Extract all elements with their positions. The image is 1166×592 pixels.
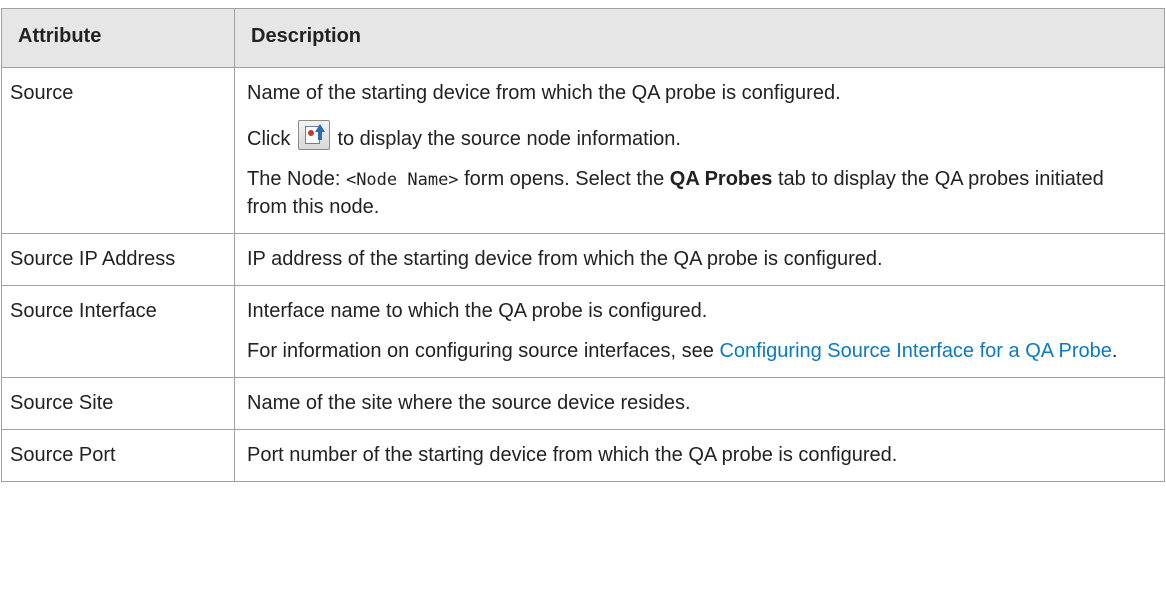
text: . <box>1111 340 1118 362</box>
table-row: Source IP Address IP address of the star… <box>1 233 1165 286</box>
attribute-cell: Source Interface <box>1 285 235 378</box>
description-cell: IP address of the starting device from w… <box>234 233 1165 286</box>
description-paragraph: IP address of the starting device from w… <box>247 248 883 270</box>
description-paragraph: Interface name to which the QA probe is … <box>247 300 708 322</box>
description-paragraph: The Node: <Node Name> form opens. Select… <box>247 166 1149 221</box>
text: form opens. Select the <box>458 168 670 190</box>
table-row: Source Interface Interface name to which… <box>1 285 1165 378</box>
header-attribute: Attribute <box>1 8 235 68</box>
description-paragraph: Name of the starting device from which t… <box>247 82 841 104</box>
table-row: Source Name of the starting device from … <box>1 67 1165 234</box>
text: For information on configuring source in… <box>247 340 720 362</box>
attribute-cell: Source Site <box>1 377 235 430</box>
attribute-cell: Source Port <box>1 429 235 482</box>
description-paragraph: Click to display the source node informa… <box>247 120 1149 153</box>
configuring-source-interface-link[interactable]: Configuring Source Interface for a QA Pr… <box>719 340 1111 362</box>
header-description: Description <box>234 8 1165 68</box>
bold-text: QA Probes <box>669 168 773 190</box>
text: to display the source node information. <box>331 128 681 150</box>
attributes-table: Attribute Description Source Name of the… <box>1 8 1165 482</box>
table-row: Source Site Name of the site where the s… <box>1 377 1165 430</box>
description-paragraph: Port number of the starting device from … <box>247 444 898 466</box>
clipped-top-area <box>0 0 1166 8</box>
description-paragraph: Name of the site where the source device… <box>247 392 691 414</box>
table-header-row: Attribute Description <box>1 8 1165 68</box>
description-cell: Interface name to which the QA probe is … <box>234 285 1165 378</box>
attribute-cell: Source <box>1 67 235 234</box>
text: The Node: <box>247 168 346 190</box>
description-cell: Port number of the starting device from … <box>234 429 1165 482</box>
source-node-info-icon[interactable] <box>297 120 330 150</box>
description-paragraph: For information on configuring source in… <box>247 338 1149 365</box>
text: Click <box>247 128 296 150</box>
code-text: <Node Name> <box>345 170 459 190</box>
description-cell: Name of the starting device from which t… <box>234 67 1165 234</box>
attribute-cell: Source IP Address <box>1 233 235 286</box>
table-row: Source Port Port number of the starting … <box>1 429 1165 482</box>
description-cell: Name of the site where the source device… <box>234 377 1165 430</box>
